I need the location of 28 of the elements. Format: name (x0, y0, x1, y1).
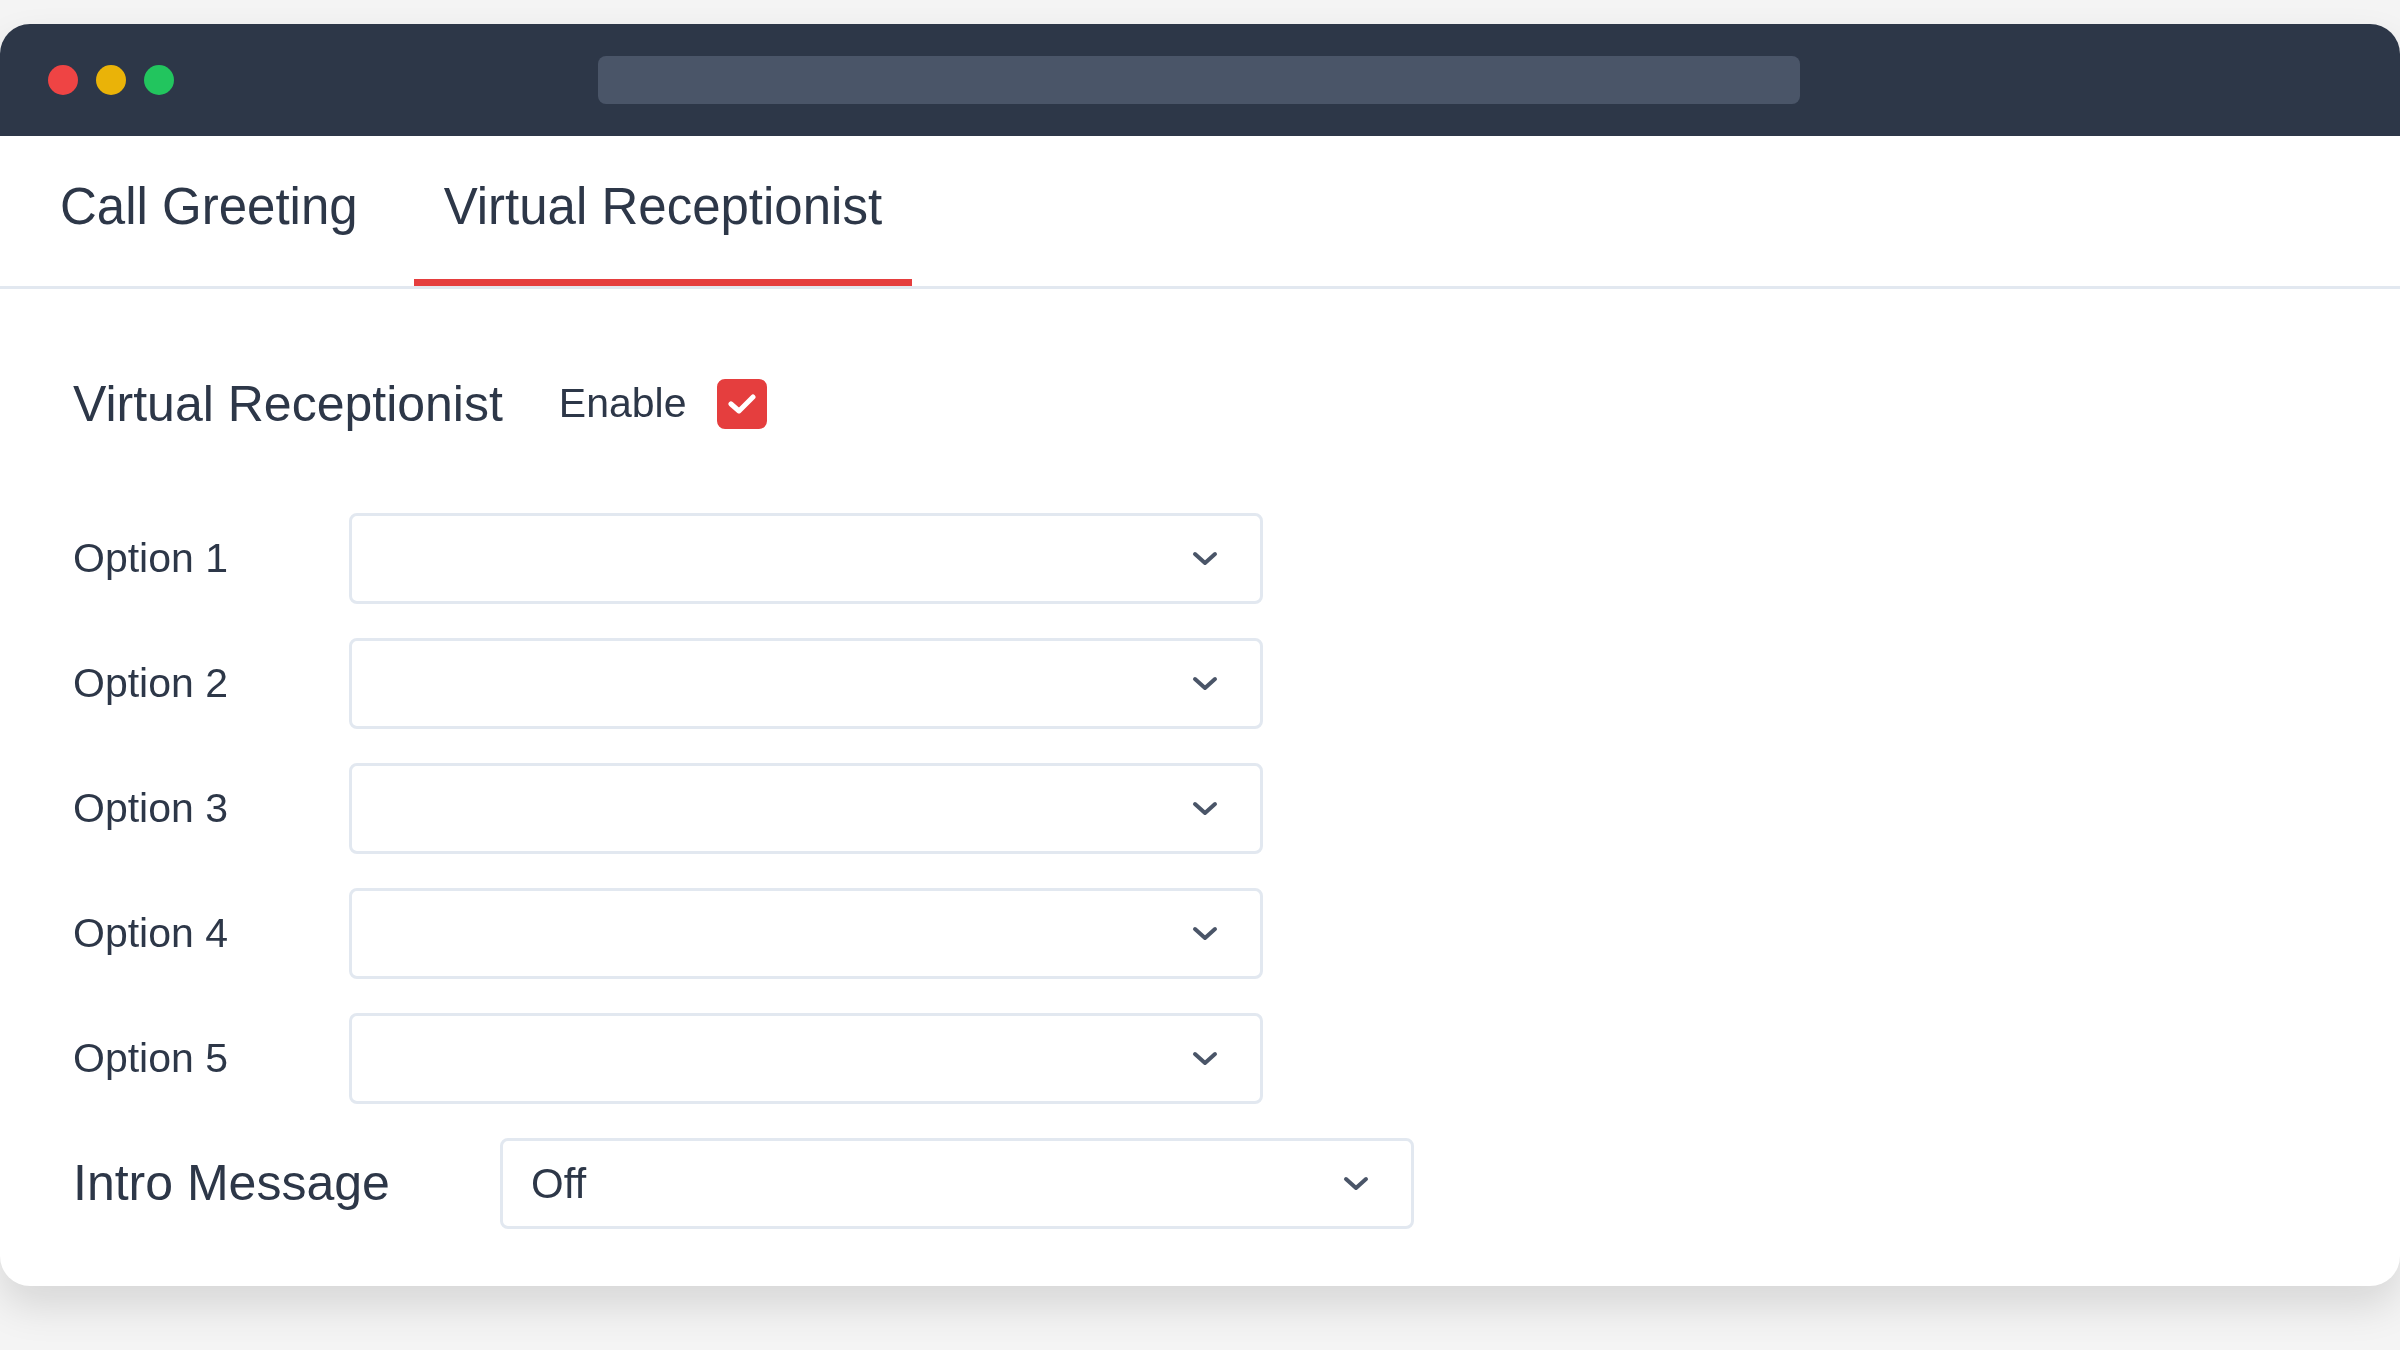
option-select[interactable] (349, 513, 1263, 604)
option-select[interactable] (349, 638, 1263, 729)
intro-message-select[interactable]: Off (500, 1138, 1414, 1229)
section-title: Virtual Receptionist (73, 374, 503, 434)
option-label: Option 5 (73, 1033, 229, 1083)
chevron-icon (1192, 800, 1218, 817)
chevron-icon (1192, 550, 1218, 567)
intro-message-label: Intro Message (73, 1154, 391, 1213)
chevron-icon (1192, 925, 1218, 942)
window-control-dot[interactable] (96, 65, 126, 95)
option-select[interactable] (349, 1013, 1263, 1104)
option-label: Option 3 (73, 783, 229, 833)
option-select[interactable] (349, 888, 1263, 979)
option-select[interactable] (349, 763, 1263, 854)
chevron-icon (1192, 1050, 1218, 1067)
enable-checkbox[interactable] (716, 379, 767, 429)
chevron-icon (1343, 1175, 1369, 1192)
window-control-dot[interactable] (48, 65, 78, 95)
window-control-dot[interactable] (144, 65, 174, 95)
checkbox-label: Enable (558, 379, 687, 429)
tab[interactable]: Call Greeting (30, 136, 388, 286)
option-label: Option 4 (73, 908, 229, 958)
chevron-icon (1192, 675, 1218, 692)
address-bar[interactable] (598, 56, 1800, 104)
tab[interactable]: Virtual Receptionist (413, 136, 913, 286)
option-label: Option 2 (73, 658, 229, 708)
option-label: Option 1 (73, 533, 229, 583)
checkmark-icon (727, 393, 756, 415)
